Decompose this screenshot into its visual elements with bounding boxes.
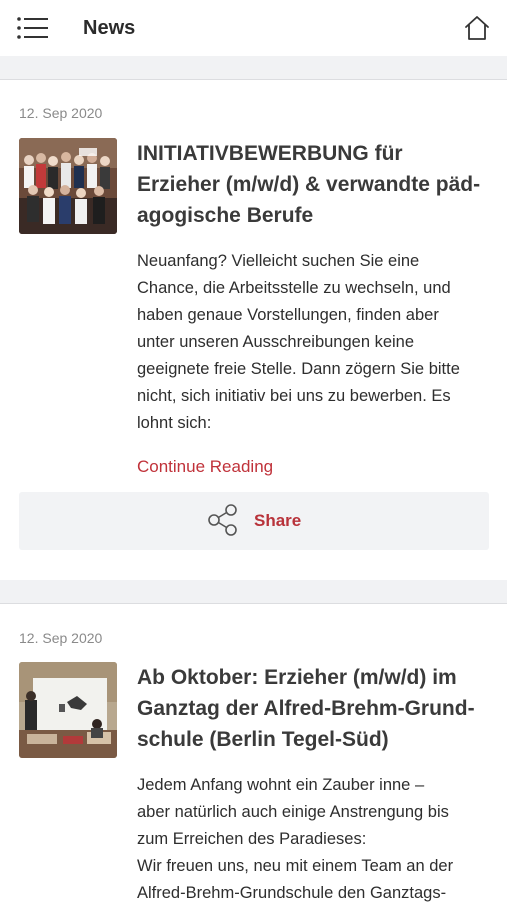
article-headline[interactable]: Ab Oktober: Erzieher (m/w/d) im Ganztag … <box>137 662 492 755</box>
excerpt-line: unter unseren Ausschreibungen keine <box>137 333 415 351</box>
top-navigation-bar: News <box>0 0 507 56</box>
article-excerpt: Neuanfang? Vielleicht suchen Sie eine Ch… <box>137 248 495 437</box>
hamburger-menu-icon[interactable] <box>17 17 48 39</box>
article-date: 12. Sep 2020 <box>19 105 103 121</box>
article-thumbnail[interactable] <box>19 138 117 234</box>
group-photo-image <box>19 138 117 234</box>
article-date: 12. Sep 2020 <box>19 630 103 646</box>
headline-line: Erzieher (m/w/d) & verwandte päd- <box>137 173 481 196</box>
share-label: Share <box>254 511 302 530</box>
home-icon[interactable] <box>463 14 491 42</box>
article-headline[interactable]: INITIATIVBEWERBUNG für Erzieher (m/w/d) … <box>137 138 492 231</box>
section-separator <box>0 580 507 604</box>
excerpt-line: Jedem Anfang wohnt ein Zauber inne – <box>137 776 425 794</box>
excerpt-line: lohnt sich: <box>137 414 212 432</box>
excerpt-line: Wir freuen uns, neu mit einem Team an de… <box>137 857 454 875</box>
excerpt-line: Alfred-Brehm-Grundschule den Ganztags- <box>137 884 447 902</box>
headline-line: Ganztag der Alfred-Brehm-Grund- <box>137 697 475 720</box>
page-title: News <box>83 17 136 39</box>
classroom-photo-image <box>19 662 117 758</box>
article-thumbnail[interactable] <box>19 662 117 758</box>
news-card: 12. Sep 2020 Ab Oktober: Erzieher (m/w/d… <box>0 604 507 902</box>
article-excerpt: Jedem Anfang wohnt ein Zauber inne – abe… <box>137 772 495 907</box>
excerpt-line: Chance, die Arbeitsstelle zu wechseln, u… <box>137 279 451 297</box>
headline-line: Ab Oktober: Erzieher (m/w/d) im <box>137 666 457 689</box>
section-separator <box>0 56 507 80</box>
news-card: 12. Sep 2020 INITIATIVBEWERBUNG für Erzi… <box>0 80 507 580</box>
excerpt-line: Neuanfang? Vielleicht suchen Sie eine <box>137 252 420 270</box>
continue-reading-link[interactable]: Continue Reading <box>137 456 273 478</box>
excerpt-line: zum Erreichen des Paradieses: <box>137 830 367 848</box>
headline-line: INITIATIVBEWERBUNG für <box>137 142 403 165</box>
excerpt-line: nicht, sich initiativ bei uns zu bewerbe… <box>137 387 451 405</box>
share-button[interactable]: Share <box>19 492 489 550</box>
excerpt-line: aber natürlich auch einige Anstrengung b… <box>137 803 449 821</box>
share-icon <box>208 504 237 536</box>
excerpt-line: geeignete freie Stelle. Dann zögern Sie … <box>137 360 460 378</box>
headline-line: agogische Berufe <box>137 204 314 227</box>
excerpt-line: haben genaue Vorstellungen, finden aber <box>137 306 439 324</box>
headline-line: schule (Berlin Tegel-Süd) <box>137 728 389 751</box>
